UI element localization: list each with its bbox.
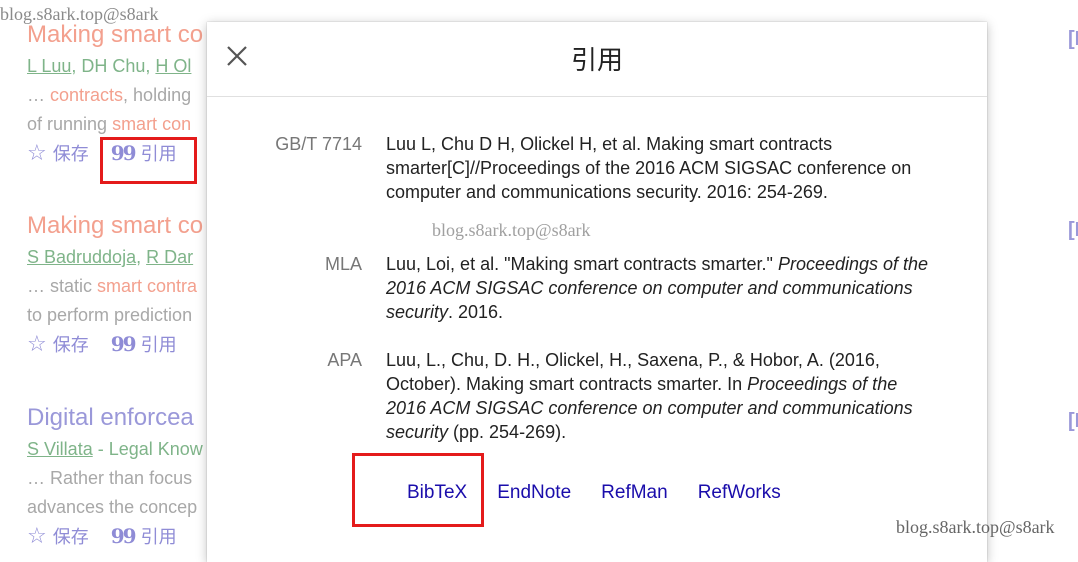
citation-part: . 2016. — [448, 302, 504, 322]
result-title[interactable]: Digital enforcea — [27, 404, 203, 432]
citation-format-label: MLA — [324, 254, 362, 274]
quote-icon: 99 — [110, 332, 137, 356]
side-format-tag[interactable]: [I — [1068, 219, 1078, 242]
refworks-link[interactable]: RefWorks — [698, 482, 781, 504]
star-icon: ☆ — [27, 523, 47, 548]
cite-button[interactable]: 99 引用 — [111, 331, 177, 357]
side-format-tag[interactable]: [I — [1068, 28, 1078, 51]
snippet-highlight: smart contra — [97, 276, 198, 296]
star-icon: ☆ — [27, 140, 47, 165]
save-button[interactable]: ☆ 保存 — [27, 140, 89, 166]
result-actions: ☆ 保存 99 引用 — [27, 523, 203, 549]
endnote-link[interactable]: EndNote — [497, 482, 571, 504]
author-link[interactable]: S Villata — [27, 439, 93, 459]
snippet-text: of running — [27, 114, 113, 134]
result-authors: S Badruddoja, R Dar — [27, 246, 203, 268]
snippet-text: … — [27, 85, 51, 105]
citation-format-label: GB/T 7714 — [275, 134, 362, 154]
author-text: , — [136, 247, 147, 267]
result-title[interactable]: Making smart co — [27, 212, 203, 240]
author-link[interactable]: L Luu — [27, 56, 71, 76]
watermark-text: blog.s8ark.top@s8ark — [896, 517, 1055, 537]
save-label: 保存 — [52, 527, 89, 547]
quote-icon: 99 — [110, 524, 137, 548]
star-icon: ☆ — [27, 331, 47, 356]
dialog-header: 引用 — [207, 22, 987, 97]
author-link[interactable]: H Ol — [155, 56, 191, 76]
result-snippet: … contracts, holding of running smart con — [27, 81, 203, 139]
result-authors: S Villata - Legal Know — [27, 438, 203, 460]
snippet-text: … Rather than focus — [27, 468, 193, 488]
bibtex-highlight-box — [352, 453, 484, 527]
result-snippet: … Rather than focus advances the concep — [27, 464, 203, 522]
result-authors: L Luu, DH Chu, H Ol — [27, 55, 203, 77]
refman-link[interactable]: RefMan — [601, 482, 668, 504]
cite-label: 引用 — [140, 335, 177, 355]
snippet-text: advances the concep — [27, 497, 198, 517]
author-link[interactable]: S Badruddoja — [27, 247, 136, 267]
watermark-text: blog.s8ark.top@s8ark — [432, 220, 591, 240]
side-format-tag[interactable]: [I — [1068, 410, 1078, 433]
citation-format-label: APA — [327, 350, 362, 370]
citation-text[interactable]: Luu, L., Chu, D. H., Olickel, H., Saxena… — [386, 348, 931, 444]
result-item: Digital enforcea S Villata - Legal Know … — [27, 404, 203, 549]
result-item: Making smart co S Badruddoja, R Dar … st… — [27, 212, 203, 357]
dialog-title: 引用 — [570, 45, 623, 75]
snippet-text: to perform prediction — [27, 305, 193, 325]
cite-button[interactable]: 99 引用 — [111, 523, 177, 549]
citation-text[interactable]: Luu L, Chu D H, Olickel H, et al. Making… — [386, 132, 931, 204]
snippet-highlight: contracts — [50, 85, 124, 105]
citation-text[interactable]: Luu, Loi, et al. "Making smart contracts… — [386, 252, 931, 324]
snippet-highlight: smart con — [112, 114, 192, 134]
author-text: - Legal Know — [92, 439, 203, 459]
save-button[interactable]: ☆ 保存 — [27, 523, 89, 549]
save-button[interactable]: ☆ 保存 — [27, 331, 89, 357]
snippet-text: … static — [27, 276, 98, 296]
cite-highlight-box — [100, 137, 197, 184]
author-text: , DH Chu, — [71, 56, 156, 76]
cite-label: 引用 — [140, 527, 177, 547]
citation-part: (pp. 254-269). — [448, 422, 567, 442]
result-actions: ☆ 保存 99 引用 — [27, 331, 203, 357]
result-title[interactable]: Making smart co — [27, 21, 203, 49]
save-label: 保存 — [52, 144, 89, 164]
result-snippet: … static smart contra to perform predicti… — [27, 272, 203, 330]
citation-part: Luu, Loi, et al. "Making smart contracts… — [386, 254, 778, 274]
author-link[interactable]: R Dar — [146, 247, 193, 267]
save-label: 保存 — [52, 335, 89, 355]
watermark-text: blog.s8ark.top@s8ark — [0, 4, 159, 24]
cite-dialog: 引用 GB/T 7714 Luu L, Chu D H, Olickel H, … — [207, 22, 987, 562]
snippet-text: , holding — [123, 85, 192, 105]
